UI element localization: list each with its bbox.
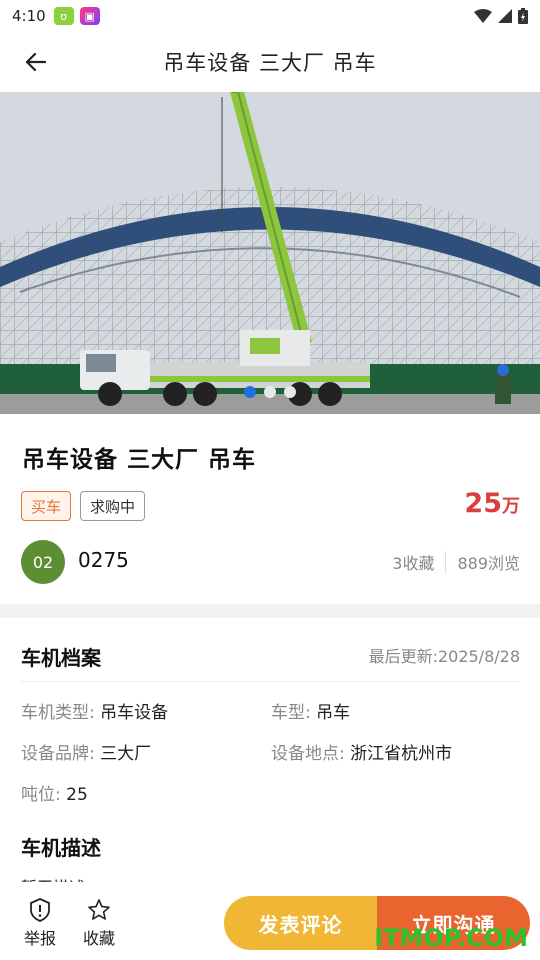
crane-photo (0, 92, 540, 414)
field-value: 三大厂 (100, 744, 152, 764)
field-location: 设备地点: 浙江省杭州市 (271, 739, 452, 764)
wifi-icon (474, 9, 492, 23)
price-value: 25 (464, 488, 502, 519)
profile-section-title: 车机档案 (21, 646, 101, 670)
profile-divider (21, 681, 520, 682)
top-app-bar: 吊车设备 三大厂 吊车 (0, 32, 540, 92)
carousel-dot-3[interactable] (284, 386, 296, 398)
arrow-left-icon (26, 53, 46, 71)
back-button[interactable] (22, 48, 50, 76)
description-title: 车机描述 (21, 836, 101, 860)
battery-icon (518, 8, 528, 24)
tag-status: 求购中 (80, 491, 146, 521)
status-icons (474, 8, 528, 24)
signal-icon (498, 9, 512, 23)
report-label: 举报 (23, 929, 56, 948)
favorite-label: 收藏 (82, 929, 115, 948)
price: 25万 (464, 488, 520, 519)
field-key: 设备品牌: (21, 744, 101, 764)
field-key: 车机类型: (21, 703, 101, 723)
section-separator (0, 604, 540, 618)
field-tonnage: 吨位: 25 (21, 780, 88, 805)
field-key: 吨位: (21, 785, 67, 805)
favorite-count: 3收藏 (392, 554, 435, 573)
favorite-button[interactable]: 收藏 (77, 898, 121, 949)
field-value: 吊车设备 (100, 703, 169, 723)
machine-profile: 车机档案 最后更新:2025/8/28 车机类型: 吊车设备 车型: 吊车 设备… (0, 618, 540, 908)
listing-summary: 吊车设备 三大厂 吊车 买车 求购中 25万 02 0275 3收藏 889浏览 (0, 414, 540, 604)
user-name[interactable]: 0275 (78, 548, 129, 572)
price-unit: 万 (502, 496, 520, 517)
rabbit-app-icon: ʊ (53, 7, 74, 25)
status-bar: 4:10 ʊ ▣ (0, 0, 540, 32)
carousel-dot-2[interactable] (264, 386, 276, 398)
field-key: 车型: (271, 703, 317, 723)
image-carousel[interactable] (0, 92, 540, 414)
screen: 4:10 ʊ ▣ 吊车设备 三大厂 吊车 吊车设备 三大厂 吊车 买车 求购中 … (0, 0, 540, 960)
avatar[interactable]: 02 (21, 540, 65, 584)
star-icon (88, 899, 110, 920)
field-value: 25 (66, 785, 88, 805)
report-button[interactable]: 举报 (18, 898, 62, 949)
watermark-text: ITMOP.COM (374, 924, 528, 952)
carousel-dot-1[interactable] (244, 386, 256, 398)
view-count: 889浏览 (457, 554, 520, 573)
media-app-icon: ▣ (79, 7, 100, 25)
listing-title: 吊车设备 三大厂 吊车 (22, 447, 257, 473)
listing-stats: 3收藏 889浏览 (392, 550, 520, 574)
field-value: 吊车 (316, 703, 351, 723)
carousel-indicator (0, 386, 540, 398)
bottom-action-bar: 举报 收藏 发表评论 立即沟通 ITMOP.COM (0, 882, 540, 960)
field-brand: 设备品牌: 三大厂 (21, 739, 151, 764)
field-machine-type: 车机类型: 吊车设备 (21, 698, 168, 723)
post-comment-button[interactable]: 发表评论 (224, 896, 377, 950)
field-value: 浙江省杭州市 (350, 744, 453, 764)
field-model: 车型: 吊车 (271, 698, 350, 723)
stats-divider (445, 551, 447, 573)
last-updated: 最后更新:2025/8/28 (368, 647, 520, 666)
field-key: 设备地点: (271, 744, 351, 764)
page-title: 吊车设备 三大厂 吊车 (163, 51, 377, 75)
tag-buy: 买车 (21, 491, 72, 521)
shield-alert-icon (30, 898, 50, 922)
status-time: 4:10 (12, 7, 46, 25)
